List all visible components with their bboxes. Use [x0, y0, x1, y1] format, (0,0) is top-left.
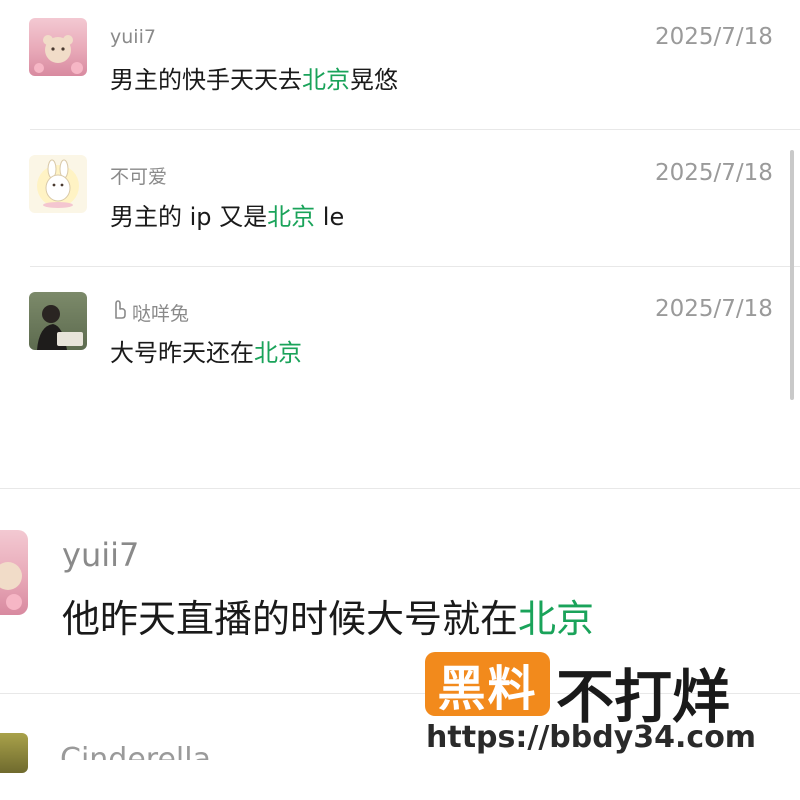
- username[interactable]: yuii7: [110, 26, 156, 48]
- avatar[interactable]: [29, 18, 87, 76]
- partial-username-clip: Cinderella: [60, 738, 360, 760]
- avatar[interactable]: [29, 292, 87, 350]
- comment-text-part: 晃悠: [350, 66, 398, 94]
- comment-text-part: le: [315, 203, 345, 231]
- comment-date: 2025/7/18: [655, 160, 773, 186]
- avatar[interactable]: [0, 733, 28, 773]
- divider: [30, 266, 800, 267]
- location-link[interactable]: 北京: [302, 66, 350, 94]
- divider: [30, 129, 800, 130]
- username[interactable]: yuii7: [62, 536, 139, 574]
- comment-text-part: 大号昨天还在: [110, 339, 254, 367]
- comment-text: 男主的快手天天去北京晃悠: [110, 60, 398, 95]
- location-link[interactable]: 北京: [518, 597, 594, 641]
- username[interactable]: 哒咩兔: [132, 299, 189, 326]
- comment-date: 2025/7/18: [655, 24, 773, 50]
- scrollbar[interactable]: [790, 150, 794, 400]
- location-link[interactable]: 北京: [267, 203, 315, 231]
- username[interactable]: 不可爱: [110, 162, 167, 189]
- section-divider: [0, 488, 800, 489]
- location-link[interactable]: 北京: [254, 339, 302, 367]
- comment-text-part: 男主的 ip 又是: [110, 203, 268, 231]
- watermark-url: https://bbdy34.com: [426, 720, 757, 755]
- hand-icon: [115, 300, 126, 319]
- avatar[interactable]: [29, 155, 87, 213]
- person-icon: [37, 305, 83, 350]
- bear-icon: [0, 562, 22, 610]
- bunny-icon: [37, 159, 79, 208]
- comment-text-part: 男主的快手天天去: [110, 66, 302, 94]
- watermark-badge: 黑料: [425, 652, 550, 717]
- comment-date: 2025/7/18: [655, 296, 773, 322]
- comment-text-part: 他昨天直播的时候大号就在: [62, 597, 519, 641]
- avatar[interactable]: [0, 530, 28, 615]
- bear-icon: [34, 35, 83, 74]
- username[interactable]: Cinderella: [60, 742, 211, 760]
- comment-text: 大号昨天还在北京: [110, 333, 302, 368]
- comment-text: 男主的 ip 又是北京 le: [110, 197, 344, 232]
- comment-text: 他昨天直播的时候大号就在北京: [62, 588, 594, 643]
